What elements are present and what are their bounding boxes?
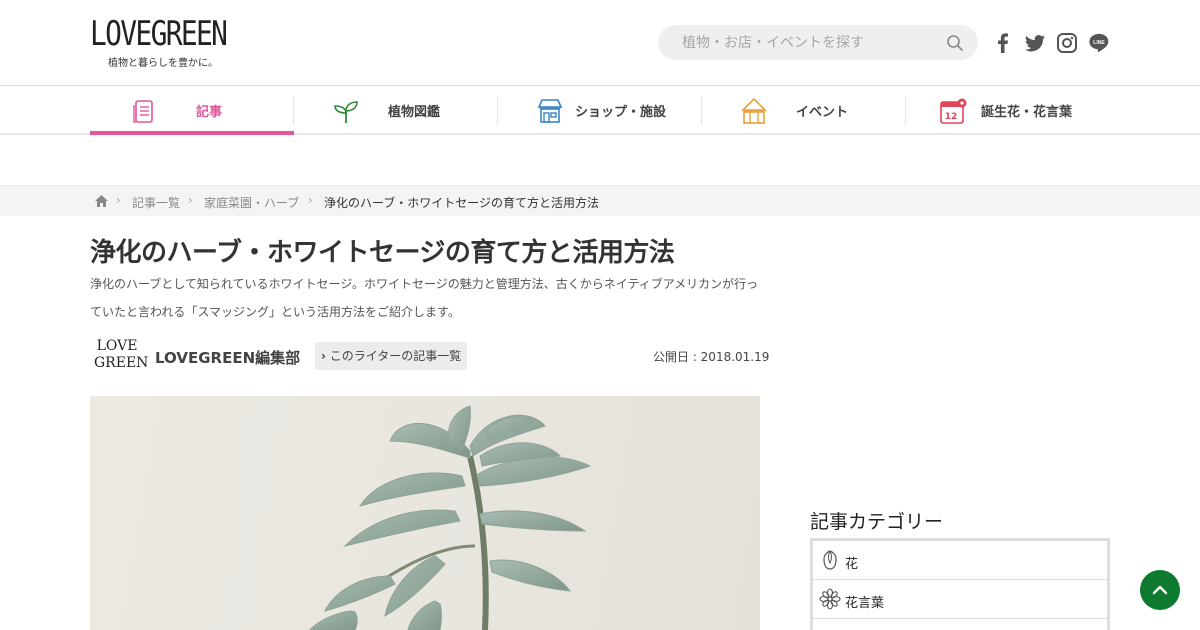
nav-label-articles: 記事 bbox=[196, 105, 223, 120]
chevron-up-icon bbox=[1152, 585, 1168, 595]
writer-articles-label: このライターの記事一覧 bbox=[329, 349, 462, 363]
shop-icon bbox=[537, 99, 563, 123]
breadcrumb-link[interactable]: 記事一覧 bbox=[132, 194, 180, 211]
category-label: 花言葉 bbox=[845, 596, 885, 611]
main-nav: 記事 植物図鑑 ショップ・施設 イベント 12 誕生花・花言葉 bbox=[0, 87, 1200, 135]
chevron-right-icon: › bbox=[321, 349, 326, 363]
published-date: 公開日 : 2018.01.19 bbox=[653, 350, 770, 364]
nav-item-birth-flowers[interactable]: 12 誕生花・花言葉 bbox=[906, 87, 1110, 134]
category-item-partial[interactable] bbox=[813, 619, 1107, 630]
breadcrumb-current: 浄化のハーブ・ホワイトセージの育て方と活用方法 bbox=[324, 196, 600, 210]
chevron-right-icon: › bbox=[308, 193, 313, 207]
facebook-icon[interactable] bbox=[992, 32, 1014, 54]
nav-item-articles[interactable]: 記事 bbox=[90, 87, 294, 134]
nav-item-plant-dictionary[interactable]: 植物図鑑 bbox=[294, 87, 498, 134]
search-icon[interactable] bbox=[946, 34, 964, 52]
article-icon bbox=[133, 100, 153, 123]
twitter-icon[interactable] bbox=[1024, 32, 1046, 54]
author-avatar-line: LOVE bbox=[96, 338, 138, 354]
logo-tagline: 植物と暮らしを豊かに。 bbox=[108, 58, 218, 69]
category-item-flower-language[interactable]: 花言葉 bbox=[813, 580, 1107, 619]
nav-active-indicator bbox=[90, 131, 294, 135]
svg-text:12: 12 bbox=[945, 112, 958, 122]
hero-image bbox=[90, 396, 760, 630]
home-icon[interactable] bbox=[95, 195, 108, 207]
search-box bbox=[658, 25, 978, 60]
site-header: LOVEGREEN 植物と暮らしを豊かに。 LINE bbox=[0, 0, 1200, 86]
line-icon[interactable]: LINE bbox=[1088, 32, 1110, 54]
tent-icon bbox=[741, 97, 767, 124]
site-logo[interactable]: LOVEGREEN 植物と暮らしを豊かに。 bbox=[90, 14, 240, 69]
chevron-right-icon: › bbox=[188, 193, 193, 207]
chevron-right-icon: › bbox=[116, 193, 121, 207]
category-label: 花 bbox=[845, 557, 859, 572]
author-avatar[interactable]: LOVE GREEN bbox=[94, 338, 149, 372]
back-to-top-button[interactable] bbox=[1140, 570, 1180, 610]
nav-item-shops[interactable]: ショップ・施設 bbox=[498, 87, 702, 134]
sprout-icon bbox=[334, 101, 358, 123]
white-sage-plant-image bbox=[309, 405, 592, 630]
calendar-icon: 12 bbox=[940, 98, 967, 124]
nav-label-plant-dictionary: 植物図鑑 bbox=[388, 105, 441, 120]
svg-text:LINE: LINE bbox=[1093, 40, 1105, 46]
nav-label-events: イベント bbox=[796, 105, 849, 120]
nav-label-birth-flowers: 誕生花・花言葉 bbox=[981, 105, 1073, 120]
article-title: 浄化のハーブ・ホワイトセージの育て方と活用方法 bbox=[90, 238, 675, 268]
nav-item-events[interactable]: イベント bbox=[702, 87, 906, 134]
category-list: 花 花言葉 bbox=[810, 538, 1110, 630]
breadcrumb-link[interactable]: 家庭菜園・ハーブ bbox=[204, 194, 299, 211]
article-lead: 浄化のハーブとして知られているホワイトセージ。ホワイトセージの魅力と管理方法、古… bbox=[90, 277, 759, 319]
logo-text: LOVEGREEN bbox=[90, 14, 228, 54]
sidebar-title: 記事カテゴリー bbox=[810, 511, 944, 533]
writer-articles-button[interactable]: › このライターの記事一覧 bbox=[315, 342, 468, 370]
flower-icon bbox=[819, 588, 841, 610]
category-item-flower[interactable]: 花 bbox=[813, 541, 1107, 580]
nav-label-shops: ショップ・施設 bbox=[575, 105, 667, 120]
instagram-icon[interactable] bbox=[1056, 32, 1078, 54]
author-name[interactable]: LOVEGREEN編集部 bbox=[155, 347, 300, 368]
flower-bud-icon bbox=[823, 549, 837, 570]
author-avatar-line: GREEN bbox=[94, 355, 149, 371]
search-input[interactable] bbox=[682, 25, 942, 60]
breadcrumb: › 記事一覧 › 家庭菜園・ハーブ › 浄化のハーブ・ホワイトセージの育て方と活… bbox=[0, 185, 1200, 216]
